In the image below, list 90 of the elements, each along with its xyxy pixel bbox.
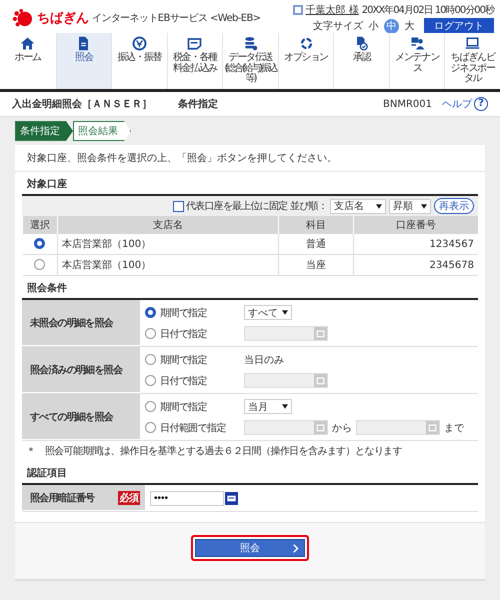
table-cell: 2345678: [354, 254, 478, 276]
page-subtitle: 条件指定: [178, 97, 218, 111]
home-icon: [20, 36, 36, 51]
period-text: 当日のみ: [244, 354, 284, 366]
row-header: すべての明細を照会: [22, 394, 140, 440]
date-field[interactable]: [244, 326, 328, 341]
checkbox[interactable]: [172, 200, 184, 212]
submit-button[interactable]: 照会: [191, 535, 309, 561]
font-size-button[interactable]: 大: [402, 18, 417, 34]
radio-button[interactable]: [145, 307, 156, 318]
section-title: 対象口座: [26, 177, 68, 192]
sort-field-select[interactable]: 支店名: [330, 198, 386, 214]
font-size-button[interactable]: 小: [366, 18, 381, 34]
caret-icon: [282, 404, 288, 409]
laptop-icon: [465, 36, 480, 51]
date-field[interactable]: [244, 373, 328, 388]
field-label: 照会用暗証番号: [30, 491, 94, 504]
login-datetime: 20XX年04月02日 10時00分00秒: [362, 4, 494, 17]
row-header: 未照会の明細を照会: [22, 300, 140, 346]
stamp-icon: [354, 36, 370, 51]
radio-button[interactable]: [34, 238, 46, 250]
coin-icon: [132, 36, 147, 51]
chevron-icon: [293, 544, 299, 552]
sort-label: 並び順：: [290, 200, 327, 213]
table-cell: 本店営業部（100）: [58, 234, 278, 254]
sort-order-select[interactable]: 昇順: [389, 198, 431, 214]
pin-top-checkbox[interactable]: 代表口座を最上位に固定: [172, 199, 288, 213]
help-link[interactable]: ヘルプ: [442, 97, 472, 111]
step-indicator: 照会結果: [73, 121, 131, 141]
note-text: ＊ 照会可能期間は、操作日を基準とする過去６２日間（操作日を含みます）となります: [25, 444, 404, 459]
pin-input[interactable]: ••••: [150, 490, 224, 506]
date-field[interactable]: [356, 420, 440, 435]
font-size-label: 文字サイズ: [313, 20, 363, 33]
user-badge-icon: [292, 5, 303, 15]
logo-text: ちばぎん: [37, 10, 89, 27]
refresh-button[interactable]: 再表示: [434, 198, 474, 214]
radio-button[interactable]: [145, 328, 156, 339]
table-cell: 当座: [278, 254, 354, 276]
option-label: 日付で指定: [160, 374, 208, 388]
page-title: 入出金明細照会［ＡＮＳＥＲ］: [12, 98, 152, 111]
table-cell: 本店営業部（100）: [58, 254, 278, 276]
range-from-label: から: [332, 422, 352, 434]
calendar-icon[interactable]: [426, 421, 439, 434]
calendar-icon[interactable]: [314, 421, 327, 434]
radio-button[interactable]: [145, 354, 156, 365]
caret-icon: [421, 204, 427, 208]
database-icon: [242, 36, 258, 51]
option-label: 期間で指定: [160, 354, 208, 366]
help-icon[interactable]: ?: [474, 97, 488, 111]
option-label: 期間で指定: [160, 306, 208, 320]
column-header: 支店名: [58, 216, 278, 234]
range-to-label: まで: [444, 422, 464, 434]
ring-icon: [298, 36, 314, 51]
column-header: 選択: [22, 216, 58, 234]
screen-id: BNMR001: [382, 98, 432, 110]
nav-tab[interactable]: 承認: [333, 33, 389, 89]
card-icon: [187, 36, 202, 51]
radio-button[interactable]: [34, 259, 46, 270]
section-title: 認証項目: [26, 466, 68, 481]
option-label: 日付範囲で指定: [160, 422, 227, 434]
service-name: インターネットEBサービス <Web-EB>: [92, 12, 261, 25]
table-cell: 普通: [278, 234, 354, 254]
radio-button[interactable]: [145, 375, 156, 386]
radio-button[interactable]: [145, 401, 156, 412]
period-select[interactable]: すべて: [244, 305, 292, 320]
keyboard-icon[interactable]: [225, 492, 238, 504]
calendar-icon[interactable]: [314, 374, 327, 387]
calendar-icon[interactable]: [314, 327, 327, 340]
nav-tab[interactable]: 照会: [56, 33, 112, 89]
date-field[interactable]: [244, 420, 328, 435]
logout-button[interactable]: ログアウト: [424, 18, 494, 34]
section-title: 照会条件: [26, 282, 68, 296]
period-select[interactable]: 当月: [244, 399, 292, 414]
option-label: 日付で指定: [160, 328, 208, 340]
logo-icon: [12, 9, 34, 27]
user-name-link[interactable]: 千葉太郎 様: [306, 3, 359, 17]
caret-icon: [376, 204, 382, 208]
row-header: 照会済みの明細を照会: [22, 347, 140, 393]
instruction-text: 対象口座、照会条件を選択の上、「照会」ボタンを押してください。: [15, 145, 485, 172]
caret-icon: [282, 310, 288, 315]
radio-button[interactable]: [145, 422, 156, 433]
column-header: 口座番号: [354, 216, 478, 234]
option-label: 期間で指定: [160, 400, 208, 414]
nav-tab[interactable]: メンテナンス: [388, 33, 444, 89]
required-badge: 必須: [118, 490, 140, 504]
column-header: 科目: [278, 216, 354, 234]
step-indicator: 条件指定: [15, 121, 73, 141]
table-cell: 1234567: [354, 234, 478, 254]
person-screen-icon: [410, 36, 425, 51]
nav-tab[interactable]: データ伝送 (総合(給与)振込等): [222, 33, 278, 89]
